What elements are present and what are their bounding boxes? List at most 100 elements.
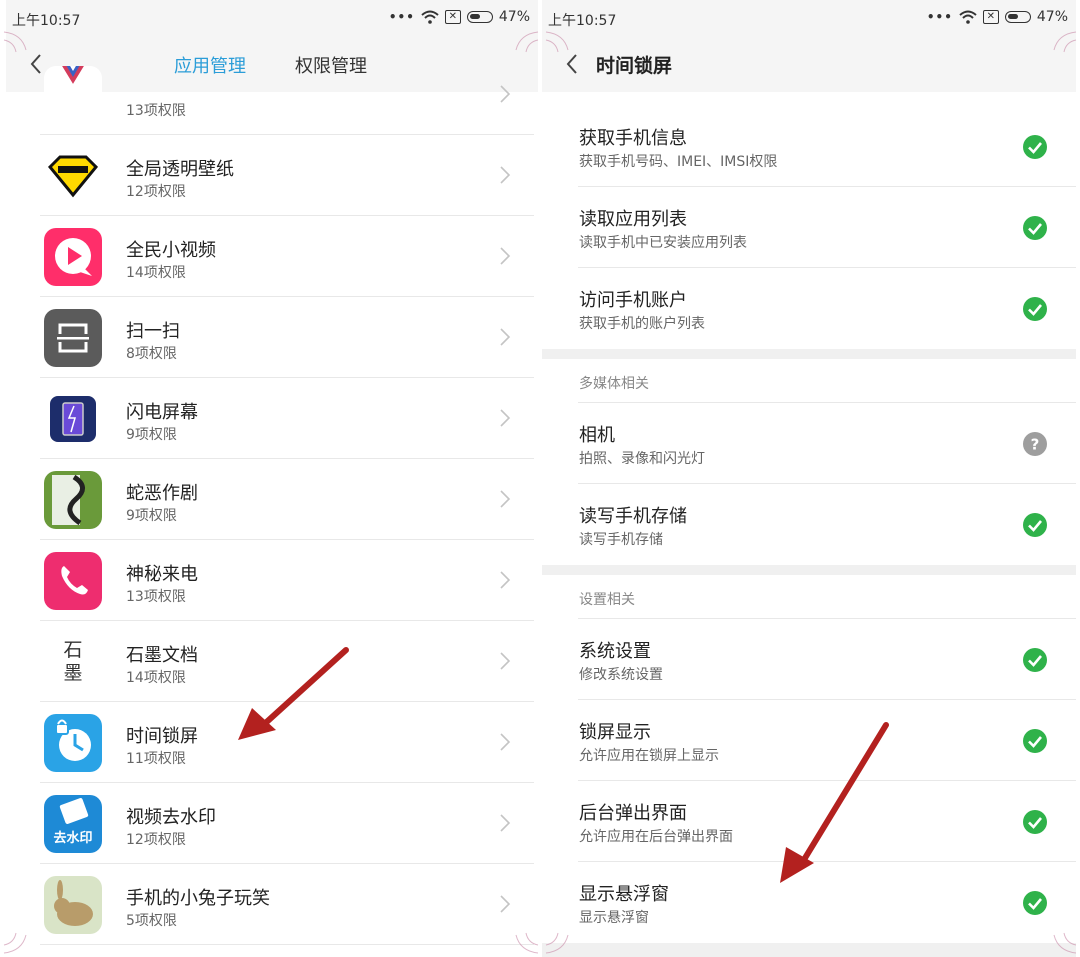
snake-icon <box>44 471 102 529</box>
corner-ornament-icon <box>1053 31 1077 53</box>
shimo-logo-glyph: 墨 <box>63 662 83 684</box>
app-name: 扫一扫 <box>126 321 180 342</box>
permission-description: 读取手机中已安装应用列表 <box>579 235 747 251</box>
app-row[interactable]: 石墨 石墨文档 14项权限 <box>6 621 538 702</box>
permission-row[interactable]: 访问手机账户获取手机的账户列表 <box>542 268 1076 349</box>
battery-percent: 47% <box>498 9 530 25</box>
app-row[interactable]: 扫一扫 8项权限 <box>6 297 538 378</box>
permission-name: 获取手机信息 <box>579 128 687 149</box>
permission-row[interactable]: 锁屏显示允许应用在锁屏上显示 <box>542 700 1076 781</box>
permission-name: 读取应用列表 <box>579 209 687 230</box>
app-row[interactable]: 时间锁屏 11项权限 <box>6 702 538 783</box>
lightning-screen-icon <box>44 390 102 448</box>
status-time: 上午10:57 <box>12 13 81 29</box>
app-row[interactable]: 全局透明壁纸 12项权限 <box>6 135 538 216</box>
permission-description: 修改系统设置 <box>579 667 663 683</box>
app-row[interactable]: 去水印 视频去水印 12项权限 <box>6 783 538 864</box>
check-circle-icon[interactable] <box>1022 215 1048 241</box>
app-row[interactable]: 手机的小兔子玩笑 5项权限 <box>6 864 538 945</box>
chevron-right-icon <box>500 409 511 427</box>
check-circle-icon[interactable] <box>1022 296 1048 322</box>
chevron-right-icon <box>500 652 511 670</box>
row-divider <box>40 944 534 945</box>
permission-count: 9项权限 <box>126 508 177 524</box>
permission-count: 8项权限 <box>126 346 177 362</box>
check-circle-icon[interactable] <box>1022 728 1048 754</box>
watermark-logo-text: 去水印 <box>53 831 93 846</box>
permission-name: 系统设置 <box>579 641 651 662</box>
check-circle-icon[interactable] <box>1022 809 1048 835</box>
scan-icon <box>44 309 102 367</box>
corner-ornament-icon <box>3 932 27 954</box>
chevron-right-icon <box>500 85 511 103</box>
permission-row[interactable]: 读取应用列表读取手机中已安装应用列表 <box>542 187 1076 268</box>
list-top-spacer <box>542 92 1076 106</box>
watermark-icon: 去水印 <box>44 795 102 853</box>
corner-ornament-icon <box>3 31 27 53</box>
app-name: 全民小视频 <box>126 240 216 261</box>
chevron-right-icon <box>500 490 511 508</box>
section-header: 多媒体相关 <box>542 359 1076 403</box>
more-notifications-icon: ••• <box>388 10 415 24</box>
permission-description: 读写手机存储 <box>579 532 663 548</box>
section-header-label: 设置相关 <box>579 592 635 608</box>
check-circle-icon[interactable] <box>1022 890 1048 916</box>
battery-percent: 47% <box>1036 9 1068 25</box>
permission-name: 访问手机账户 <box>579 290 687 311</box>
permission-name: 后台弹出界面 <box>579 803 687 824</box>
permission-description: 获取手机的账户列表 <box>579 316 705 332</box>
permission-row[interactable]: 读写手机存储 读写手机存储 <box>542 484 1076 565</box>
permission-description: 获取手机号码、IMEI、IMSI权限 <box>579 154 778 170</box>
chevron-right-icon <box>500 733 511 751</box>
permission-count: 12项权限 <box>126 832 186 848</box>
permission-count: 5项权限 <box>126 913 177 929</box>
svg-text:?: ? <box>1031 436 1040 454</box>
permission-row[interactable]: 相机 拍照、录像和闪光灯? <box>542 403 1076 484</box>
check-circle-icon[interactable] <box>1022 512 1048 538</box>
permission-row[interactable]: 后台弹出界面允许应用在后台弹出界面 <box>542 781 1076 862</box>
play-bubble-icon <box>44 228 102 286</box>
permission-name: 锁屏显示 <box>579 722 651 743</box>
corner-ornament-icon <box>545 932 569 954</box>
shimo-icon: 石墨 <box>44 633 102 691</box>
chevron-right-icon <box>500 166 511 184</box>
permission-row[interactable]: 显示悬浮窗 显示悬浮窗 <box>542 862 1076 943</box>
check-circle-icon[interactable] <box>1022 134 1048 160</box>
corner-ornament-icon <box>515 31 539 53</box>
chevron-right-icon <box>500 571 511 589</box>
status-bar: 上午10:57 ••• ✕ 47% <box>542 0 1076 36</box>
app-row[interactable]: 神秘来电 13项权限 <box>6 540 538 621</box>
permission-description: 允许应用在锁屏上显示 <box>579 748 719 764</box>
permission-row[interactable]: 获取手机信息获取手机号码、IMEI、IMSI权限 <box>542 106 1076 187</box>
chevron-right-icon <box>500 247 511 265</box>
app-name: 全局透明壁纸 <box>126 159 234 180</box>
permission-name: 读写手机存储 <box>579 506 687 527</box>
check-circle-icon[interactable] <box>1022 647 1048 673</box>
section-header-label: 多媒体相关 <box>579 376 649 392</box>
app-row[interactable]: 闪电屏幕 9项权限 <box>6 378 538 459</box>
app-name: 视频去水印 <box>126 807 216 828</box>
permission-list: 获取手机信息获取手机号码、IMEI、IMSI权限读取应用列表读取手机中已安装应用… <box>542 92 1076 957</box>
permission-count: 13项权限 <box>126 103 186 119</box>
app-name: 时间锁屏 <box>126 726 198 747</box>
app-name: 石墨文档 <box>126 645 198 666</box>
no-sim-icon: ✕ <box>444 10 461 24</box>
shimo-logo-glyph: 石 <box>63 639 83 661</box>
wifi-icon <box>959 10 977 24</box>
phone-icon <box>44 552 102 610</box>
permission-description: 拍照、录像和闪光灯 <box>579 451 705 467</box>
section-gap <box>542 349 1076 359</box>
permission-name: 显示悬浮窗 <box>579 884 669 905</box>
app-management-screen: 上午10:57 ••• ✕ 47% 应用管理 权限管理 13项权限 全局透明壁纸 1… <box>6 0 538 957</box>
chevron-right-icon <box>500 814 511 832</box>
permission-row[interactable]: 系统设置修改系统设置 <box>542 619 1076 700</box>
app-name: 蛇恶作剧 <box>126 483 198 504</box>
app-row[interactable]: 全民小视频 14项权限 <box>6 216 538 297</box>
corner-ornament-icon <box>515 932 539 954</box>
app-row[interactable]: 蛇恶作剧 9项权限 <box>6 459 538 540</box>
permission-description: 允许应用在后台弹出界面 <box>579 829 733 845</box>
heart-logo-icon <box>44 66 102 124</box>
app-row[interactable]: 13项权限 <box>6 54 538 135</box>
question-mark-icon[interactable]: ? <box>1022 431 1048 457</box>
section-header: 设置相关 <box>542 575 1076 619</box>
